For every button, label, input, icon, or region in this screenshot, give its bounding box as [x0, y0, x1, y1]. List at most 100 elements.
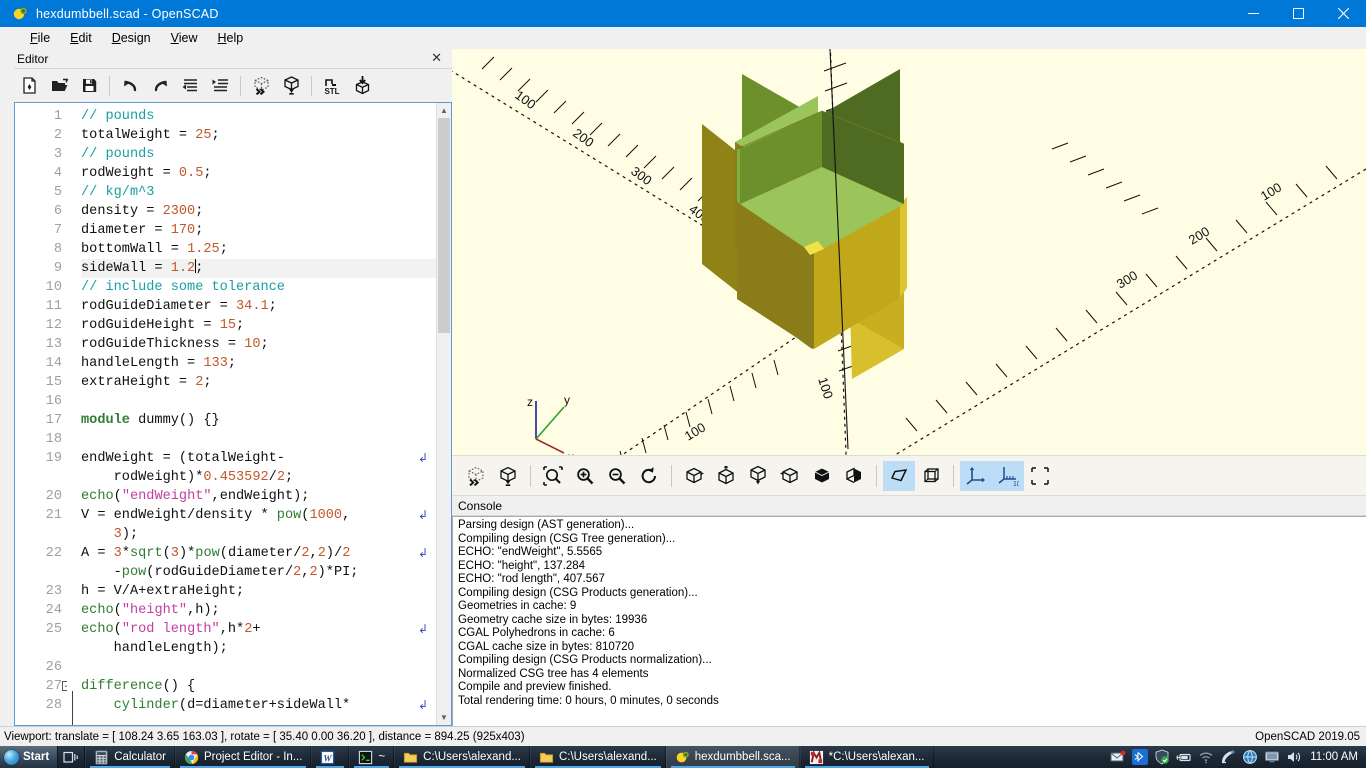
task-view-button[interactable]	[58, 746, 86, 768]
code-line[interactable]: rodGuideDiameter = 34.1;	[81, 297, 436, 316]
volume-icon[interactable]	[1286, 749, 1302, 765]
taskbar-item-3[interactable]: ~	[349, 746, 395, 768]
code-line[interactable]: rodGuideThickness = 10;	[81, 335, 436, 354]
scroll-down-arrow-icon[interactable]: ▼	[437, 710, 451, 725]
code-line[interactable]: sideWall = 1.2;	[81, 259, 436, 278]
zoom-out-icon[interactable]	[601, 461, 633, 491]
code-line[interactable]: echo("endWeight",endWeight);	[81, 487, 436, 506]
code-line[interactable]: V = endWeight/density * pow(1000, ↲	[81, 506, 436, 525]
open-folder-button[interactable]	[44, 72, 74, 100]
taskbar-item-2[interactable]: W	[311, 746, 350, 768]
menu-help[interactable]: Help	[208, 29, 254, 47]
perspective-icon[interactable]	[883, 460, 915, 491]
crosshairs-icon[interactable]	[1024, 461, 1056, 491]
maximize-button[interactable]	[1276, 0, 1321, 27]
code-line[interactable]: rodGuideHeight = 15;	[81, 316, 436, 335]
code-line[interactable]	[81, 430, 436, 449]
scroll-up-arrow-icon[interactable]: ▲	[437, 103, 451, 118]
close-button[interactable]	[1321, 0, 1366, 27]
orthogonal-icon[interactable]	[915, 461, 947, 491]
menu-view[interactable]: View	[161, 29, 208, 47]
taskbar-item-7[interactable]: *C:\Users\alexan...	[799, 746, 934, 768]
mail-icon[interactable]	[1110, 749, 1126, 765]
code-line[interactable]: module dummy() {}	[81, 411, 436, 430]
view-top-cube-icon[interactable]	[710, 461, 742, 491]
taskbar-item-6[interactable]: hexdumbbell.sca...	[665, 746, 800, 768]
code-line[interactable]: diameter = 170;	[81, 221, 436, 240]
amf-export-icon[interactable]	[347, 72, 377, 100]
code-line[interactable]: A = 3*sqrt(3)*pow(diameter/2,2)/2 ↲	[81, 544, 436, 563]
view-front-cube-icon[interactable]	[806, 461, 838, 491]
toolbar-separator	[530, 464, 531, 487]
code-line[interactable]: totalWeight = 25;	[81, 126, 436, 145]
zoom-in-icon[interactable]	[569, 461, 601, 491]
taskbar-item-label: C:\Users\alexand...	[423, 751, 521, 763]
code-line[interactable]: difference() {	[81, 677, 436, 696]
code-line[interactable]	[81, 392, 436, 411]
bluetooth-icon[interactable]	[1132, 749, 1149, 765]
editor-vertical-scrollbar[interactable]: ▲ ▼	[436, 103, 451, 725]
preview-dashed-cube-icon[interactable]	[460, 461, 492, 491]
taskbar-item-5[interactable]: C:\Users\alexand...	[529, 746, 666, 768]
stl-export-icon[interactable]: STL	[317, 72, 347, 100]
satellite-icon[interactable]	[1220, 749, 1236, 765]
redo-button[interactable]	[145, 72, 175, 100]
taskbar-clock[interactable]: 11:00 AM	[1308, 751, 1358, 763]
new-file-button[interactable]	[14, 72, 44, 100]
save-file-button[interactable]	[74, 72, 104, 100]
code-line-continuation[interactable]: -pow(rodGuideDiameter/2,2)*PI;	[81, 563, 436, 582]
code-line[interactable]: // include some tolerance	[81, 278, 436, 297]
view-right-cube-icon[interactable]	[678, 461, 710, 491]
code-line[interactable]: echo("height",h);	[81, 601, 436, 620]
code-line-continuation[interactable]: rodWeight)*0.453592/2;	[81, 468, 436, 487]
minimize-button[interactable]	[1231, 0, 1276, 27]
code-line-continuation[interactable]: handleLength);	[81, 639, 436, 658]
view-bottom-cube-icon[interactable]	[742, 461, 774, 491]
taskbar-item-0[interactable]: Calculator	[85, 746, 175, 768]
code-line[interactable]: h = V/A+extraHeight;	[81, 582, 436, 601]
taskbar-tasks: Calculator Project Editor - In... W ~ C:\Use…	[85, 746, 934, 768]
code-line[interactable]: // kg/m^3	[81, 183, 436, 202]
axes-icon[interactable]	[960, 460, 992, 491]
code-line[interactable]: density = 2300;	[81, 202, 436, 221]
menu-edit[interactable]: Edit	[60, 29, 102, 47]
code-line[interactable]: bottomWall = 1.25;	[81, 240, 436, 259]
code-editor[interactable]: 1 2 3 4 5 6 7 8 9 10 11 12 13 14 15 16 17 18 19 20 21 22 23…	[14, 102, 452, 726]
display-icon[interactable]	[1264, 749, 1280, 765]
menu-design[interactable]: Design	[102, 29, 161, 47]
scrollbar-thumb[interactable]	[438, 118, 450, 333]
code-line[interactable]: rodWeight = 0.5;	[81, 164, 436, 183]
code-line-continuation[interactable]: 3);	[81, 525, 436, 544]
code-line[interactable]	[81, 658, 436, 677]
taskbar-item-4[interactable]: C:\Users\alexand...	[394, 746, 530, 768]
code-line[interactable]: // pounds	[81, 107, 436, 126]
preview-dashed-cube-icon[interactable]	[246, 72, 276, 100]
view-back-cube-icon[interactable]	[838, 461, 870, 491]
network-icon[interactable]	[1242, 749, 1258, 765]
reset-view-icon[interactable]	[633, 461, 665, 491]
shield-icon[interactable]	[1154, 749, 1170, 765]
view-left-cube-icon[interactable]	[774, 461, 806, 491]
render-cube-icon[interactable]	[276, 72, 306, 100]
scale-markers-icon[interactable]: 10	[992, 460, 1024, 491]
indent-button[interactable]	[205, 72, 235, 100]
menu-file[interactable]: File	[20, 29, 60, 47]
wifi-icon[interactable]	[1198, 749, 1214, 765]
code-line[interactable]: echo("rod length",h*2+ ↲	[81, 620, 436, 639]
console-output[interactable]: Parsing design (AST generation)... Compil…	[452, 516, 1366, 726]
3d-viewport[interactable]: 100 200 300 400 100 200 300 100 300 200 …	[452, 49, 1366, 455]
render-cube-icon[interactable]	[492, 461, 524, 491]
code-line[interactable]: handleLength = 133;	[81, 354, 436, 373]
code-line[interactable]: extraHeight = 2;	[81, 373, 436, 392]
code-line[interactable]: endWeight = (totalWeight- ↲	[81, 449, 436, 468]
undo-button[interactable]	[115, 72, 145, 100]
code-line[interactable]: // pounds	[81, 145, 436, 164]
code-text-area[interactable]: // pounds totalWeight = 25; // pounds rodWe…	[67, 103, 436, 725]
zoom-fit-icon[interactable]	[537, 461, 569, 491]
unindent-button[interactable]	[175, 72, 205, 100]
editor-close-icon[interactable]: ✕	[431, 50, 442, 66]
taskbar-item-1[interactable]: Project Editor - In...	[174, 746, 312, 768]
code-line[interactable]: cylinder(d=diameter+sideWall* ↲	[81, 696, 436, 715]
battery-icon[interactable]	[1176, 749, 1192, 765]
start-button[interactable]: Start	[0, 746, 59, 768]
